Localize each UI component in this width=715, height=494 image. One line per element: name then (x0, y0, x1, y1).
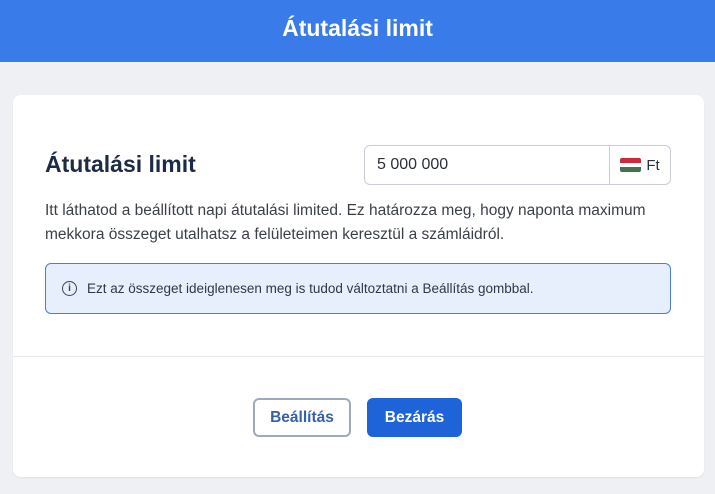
settings-button[interactable]: Beállítás (253, 398, 351, 437)
currency-addon: Ft (609, 146, 670, 184)
amount-input[interactable] (365, 146, 609, 184)
limit-description: Itt láthatod a beállított napi átutalási… (45, 202, 646, 243)
amount-field-group: Ft (364, 145, 671, 185)
close-button[interactable]: Bezárás (367, 398, 462, 437)
section-title: Átutalási limit (45, 151, 196, 177)
page-title: Átutalási limit (282, 14, 433, 41)
info-alert: i Ezt az összeget ideiglenesen meg is tu… (45, 263, 671, 314)
header-bar: Átutalási limit (0, 0, 715, 62)
divider (13, 356, 704, 357)
info-icon: i (62, 281, 77, 296)
limit-card: Átutalási limit Ft Itt láthatod a beállí… (13, 95, 704, 477)
info-text: Ezt az összeget ideiglenesen meg is tudo… (87, 281, 534, 296)
currency-label: Ft (646, 156, 660, 174)
hungary-flag-icon (620, 158, 642, 172)
